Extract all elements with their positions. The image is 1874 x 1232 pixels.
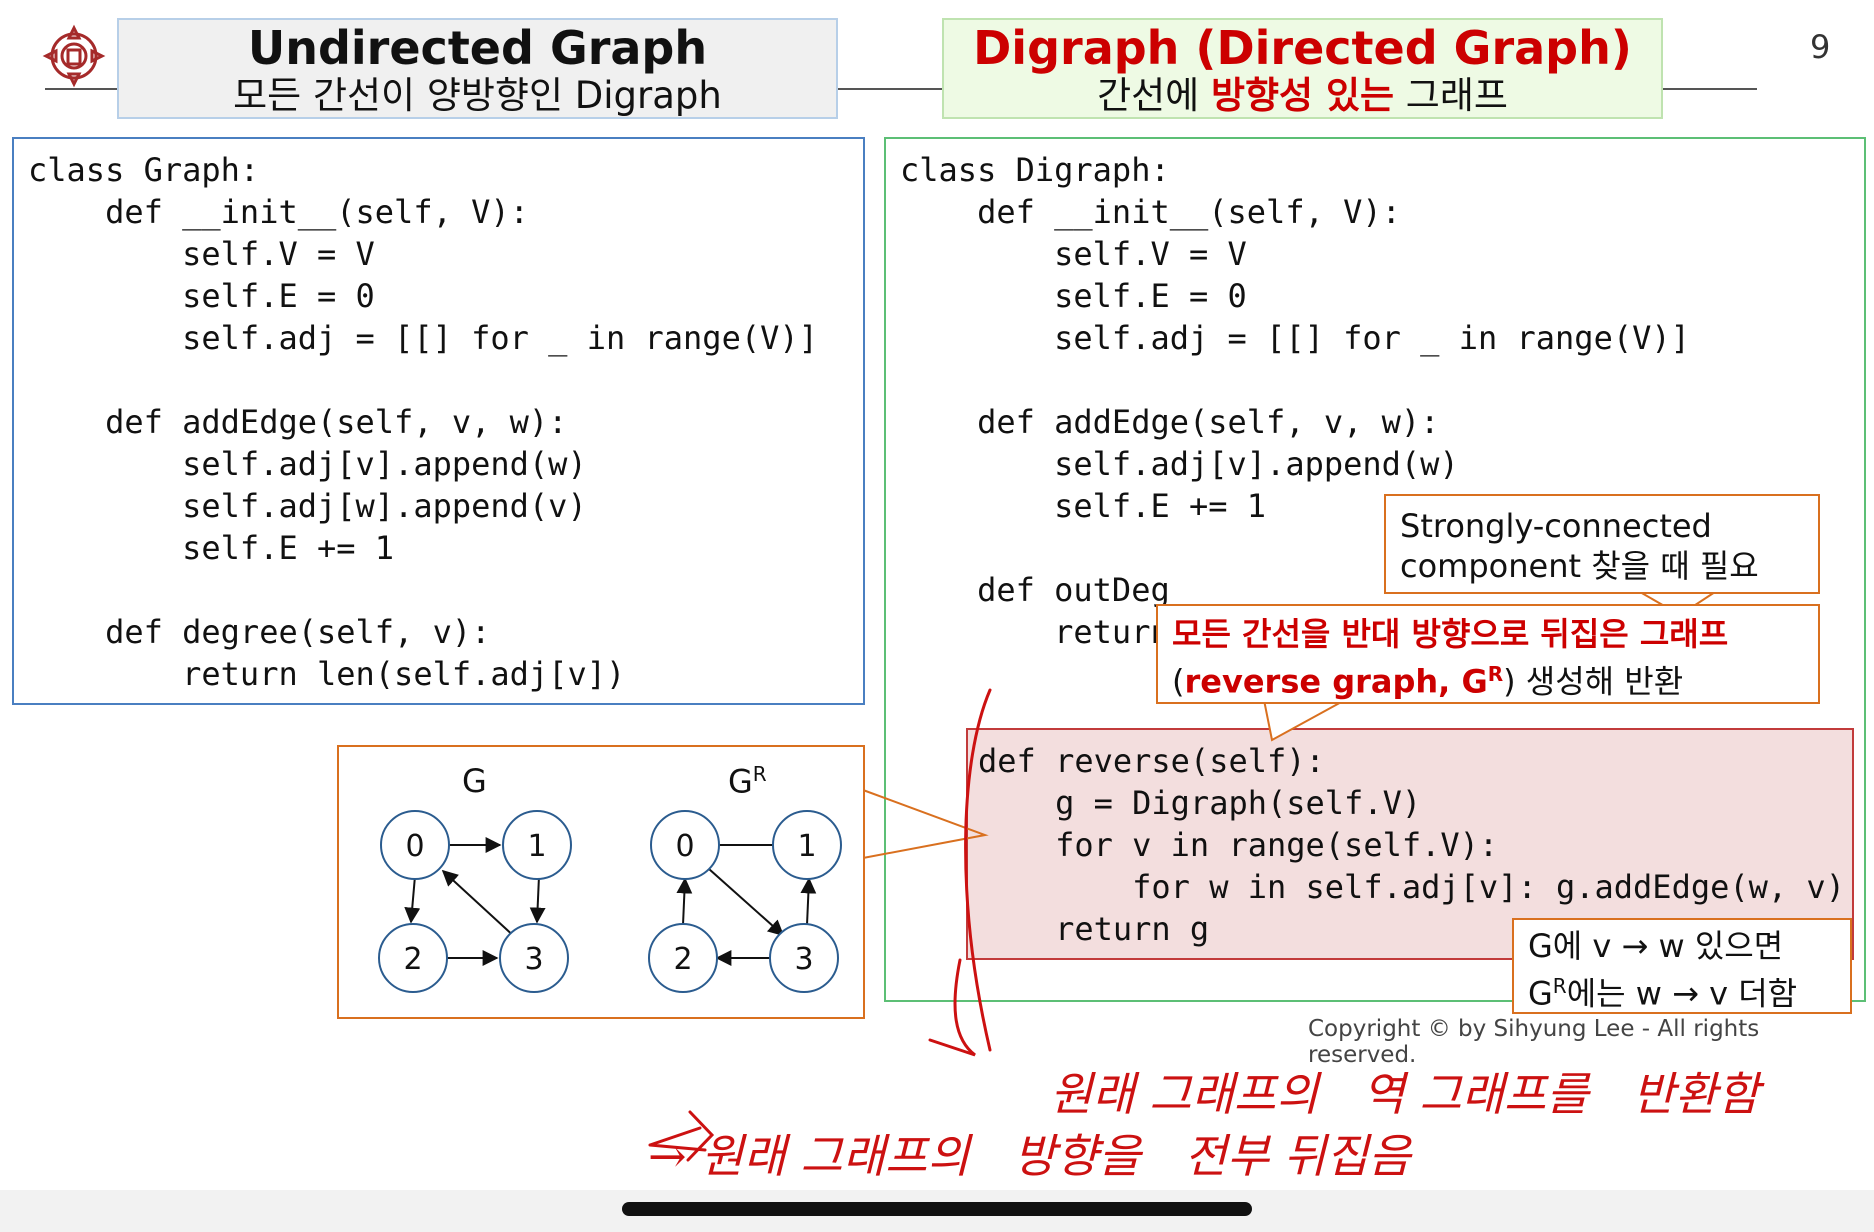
code-line: self.E += 1 bbox=[182, 529, 395, 567]
code-line: for v in range(self.V): bbox=[1055, 826, 1499, 864]
code-line: self.adj[w].append(v) bbox=[182, 487, 587, 525]
node-g-0-label: 0 bbox=[405, 829, 424, 864]
node-gr-3-label: 3 bbox=[794, 942, 813, 977]
undirected-graph-title-box: Undirected Graph 모든 간선이 양방향인 Digraph bbox=[117, 18, 838, 119]
scc-callout: Strongly-connected component 찾을 때 필요 bbox=[1384, 494, 1820, 594]
code-line: def __init__(self, V): bbox=[105, 193, 529, 231]
edge-g-0-2 bbox=[404, 875, 421, 924]
edge-g-1-3 bbox=[529, 875, 546, 924]
code-line: return bbox=[900, 613, 1170, 651]
node-g-2-label: 2 bbox=[403, 942, 422, 977]
digraph-title-box: Digraph (Directed Graph) 간선에 방향성 있는 그래프 bbox=[942, 18, 1663, 119]
edge-g-3-0 bbox=[441, 869, 518, 940]
code-line: self.V = V bbox=[182, 235, 375, 273]
header-rule-right bbox=[1663, 88, 1757, 90]
handwritten-note-line2: → 원래 그래프의 방향을 전부 뒤집음 bbox=[648, 1129, 1411, 1183]
digraph-subtitle: 간선에 방향성 있는 그래프 bbox=[1097, 73, 1508, 117]
home-indicator[interactable] bbox=[622, 1202, 1252, 1216]
code-line: self.adj[v].append(w) bbox=[182, 445, 587, 483]
code-line: self.V = V bbox=[1054, 235, 1247, 273]
edge-gr-2-0 bbox=[676, 877, 693, 926]
edge-reverse-callout: G에 v → w 있으면 GR에는 w → v 더함 bbox=[1512, 918, 1852, 1014]
graph-class-code: class Graph: def __init__(self, V): self… bbox=[28, 149, 863, 695]
header-rule-left bbox=[45, 88, 117, 90]
node-gr-1-label: 1 bbox=[797, 829, 816, 864]
handwritten-note-line1: 원래 그래프의 역 그래프를 반환함 bbox=[1050, 1067, 1760, 1121]
code-line: self.adj[v].append(w) bbox=[1054, 445, 1459, 483]
undirected-graph-title: Undirected Graph bbox=[247, 21, 708, 75]
code-line: def __init__(self, V): bbox=[977, 193, 1401, 231]
code-line: self.adj = [[] for _ in range(V)] bbox=[1054, 319, 1690, 357]
code-line: def addEdge(self, v, w): bbox=[105, 403, 568, 441]
reverse-graph-callout: 모든 간선을 반대 방향으로 뒤집은 그래프 (reverse graph, G… bbox=[1156, 604, 1820, 704]
code-line: class Digraph: bbox=[900, 151, 1170, 189]
header-rule-middle bbox=[838, 88, 942, 90]
edge-gr-3-1 bbox=[800, 877, 817, 926]
slide: Undirected Graph 모든 간선이 양방향인 Digraph Dig… bbox=[0, 0, 1874, 1190]
code-line: return g bbox=[978, 910, 1210, 948]
node-gr-2-label: 2 bbox=[673, 942, 692, 977]
undirected-graph-subtitle: 모든 간선이 양방향인 Digraph bbox=[233, 73, 722, 117]
code-line: def outDeg bbox=[977, 571, 1170, 609]
code-line: class Graph: bbox=[28, 151, 260, 189]
code-line: g = Digraph(self.V) bbox=[1055, 784, 1422, 822]
edge-gr-0-3 bbox=[708, 868, 785, 937]
code-line: return len(self.adj[v]) bbox=[28, 655, 626, 693]
node-g-1-label: 1 bbox=[527, 829, 546, 864]
digraph-title: Digraph (Directed Graph) bbox=[973, 21, 1632, 75]
code-line: def reverse(self): bbox=[978, 742, 1325, 780]
graph-diagrams: 0 1 2 3 0 1 2 3 bbox=[378, 810, 842, 993]
code-line: self.E = 0 bbox=[1054, 277, 1247, 315]
node-gr-0-label: 0 bbox=[675, 829, 694, 864]
code-line: for w in self.adj[v]: g.addEdge(w, v) bbox=[1132, 868, 1845, 906]
code-line: self.adj = [[] for _ in range(V)] bbox=[182, 319, 818, 357]
code-line: def addEdge(self, v, w): bbox=[977, 403, 1440, 441]
code-line: def degree(self, v): bbox=[105, 613, 491, 651]
page-number: 9 bbox=[1810, 28, 1831, 66]
university-logo-icon bbox=[42, 24, 106, 88]
code-line: self.E = 0 bbox=[182, 277, 375, 315]
node-g-3-label: 3 bbox=[524, 942, 543, 977]
code-line: self.E += 1 bbox=[1054, 487, 1267, 525]
graph-code-box: class Graph: def __init__(self, V): self… bbox=[12, 137, 865, 705]
